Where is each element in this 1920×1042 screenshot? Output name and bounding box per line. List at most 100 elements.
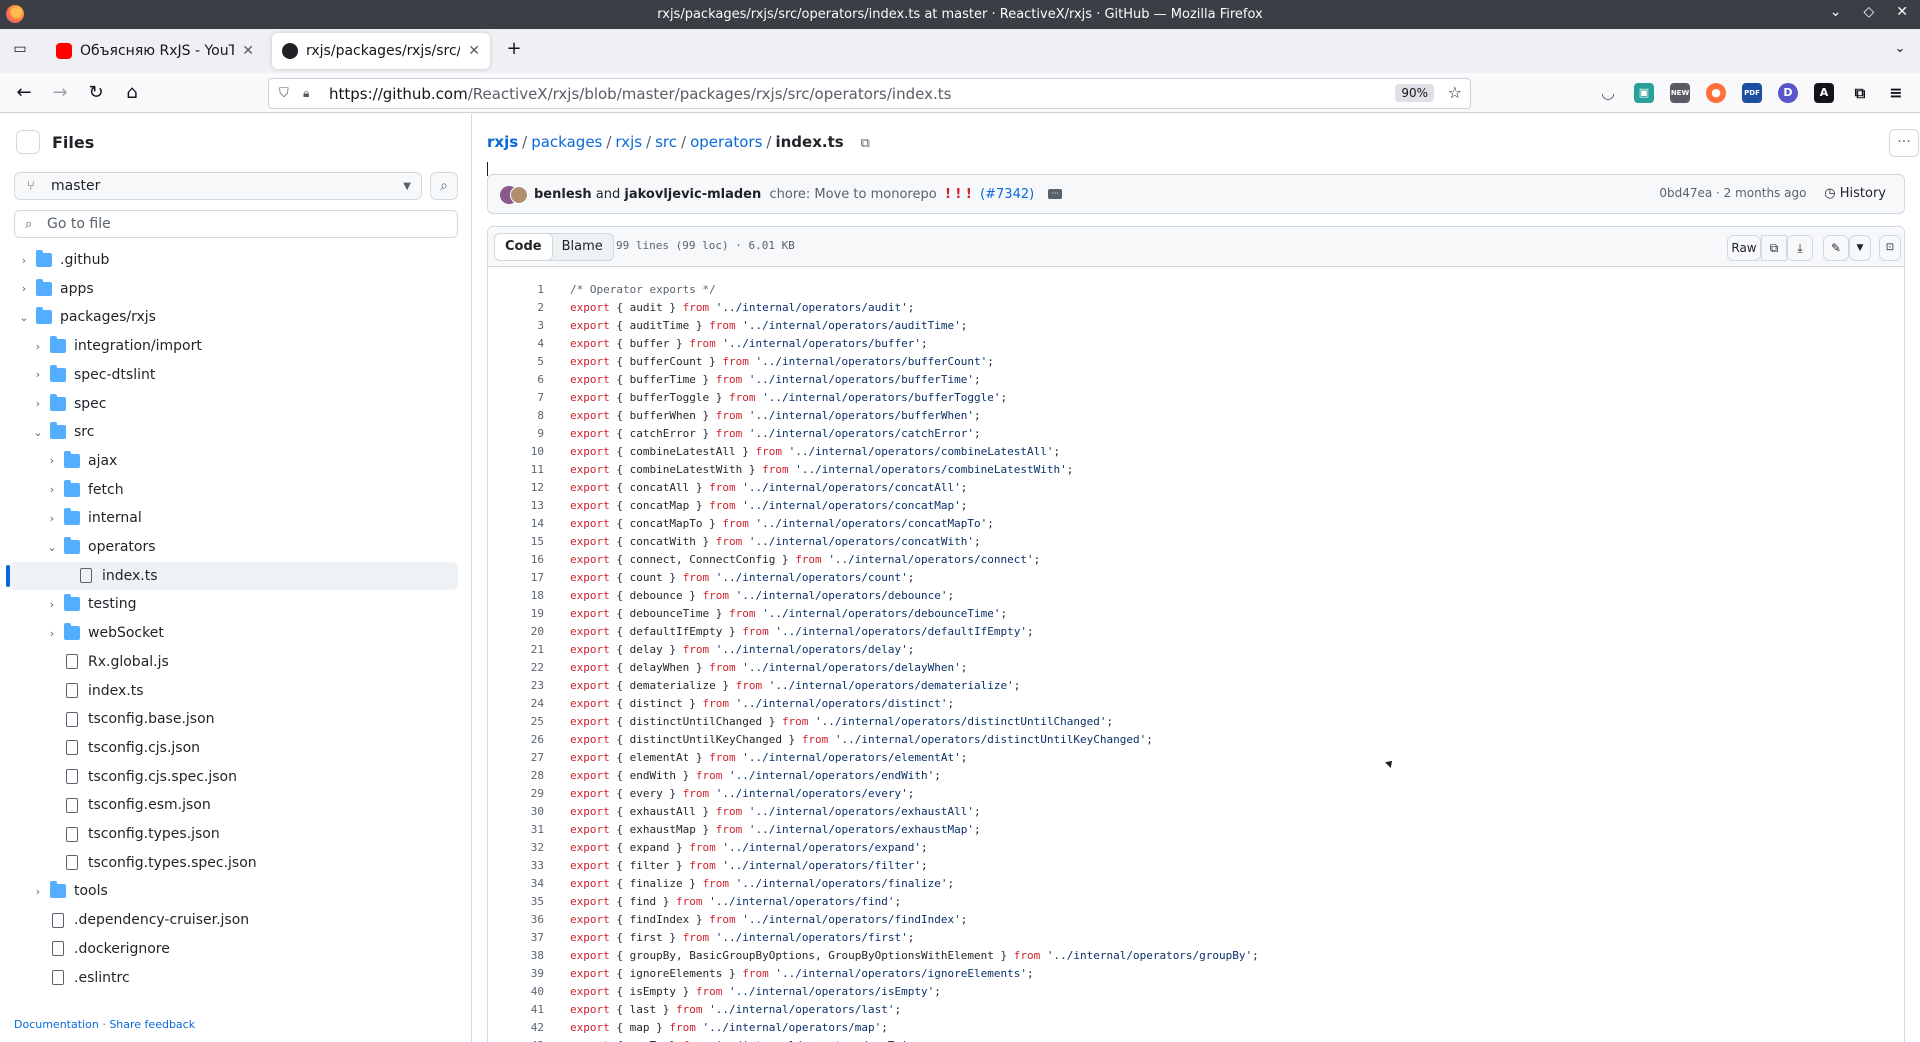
line-number[interactable]: 38	[488, 947, 544, 965]
close-window-icon[interactable]: ✕	[1896, 4, 1908, 20]
close-tab-icon[interactable]: ✕	[242, 43, 254, 59]
tree-file[interactable]: .dependency-cruiser.json	[8, 906, 458, 934]
line-number[interactable]: 6	[488, 371, 544, 389]
line-number[interactable]: 8	[488, 407, 544, 425]
chevron-down-icon[interactable]: ⌄	[16, 311, 32, 324]
line-number[interactable]: 30	[488, 803, 544, 821]
line-number[interactable]: 4	[488, 335, 544, 353]
duckduckgo-icon[interactable]: ●	[1706, 83, 1726, 103]
commit-message[interactable]: chore: Move to monorepo	[770, 187, 937, 202]
tree-folder[interactable]: › fetch	[8, 476, 458, 504]
tree-file[interactable]: tsconfig.types.spec.json	[8, 849, 458, 877]
tree-file[interactable]: .dockerignore	[8, 935, 458, 963]
firefox-view-icon[interactable]: ▭	[8, 37, 32, 61]
commit-author-1[interactable]: benlesh	[534, 187, 592, 202]
tree-folder[interactable]: › testing	[8, 590, 458, 618]
tree-file[interactable]: Rx.global.js	[8, 648, 458, 676]
extensions-puzzle-icon[interactable]: ⧉	[1850, 83, 1870, 103]
edit-pencil-icon[interactable]: ✎	[1823, 235, 1849, 261]
chevron-right-icon[interactable]: ›	[16, 254, 32, 267]
chevron-right-icon[interactable]: ›	[30, 885, 46, 898]
tab-code[interactable]: Code	[494, 233, 553, 261]
line-number[interactable]: 14	[488, 515, 544, 533]
line-number[interactable]: 31	[488, 821, 544, 839]
line-number[interactable]: 32	[488, 839, 544, 857]
tree-folder[interactable]: › spec	[8, 390, 458, 418]
tab-youtube[interactable]: Объясняю RxJS - YouTube ✕	[46, 33, 264, 69]
branch-selector[interactable]: ⑂ master ▼	[14, 172, 422, 200]
chevron-right-icon[interactable]: ›	[30, 368, 46, 381]
forward-icon[interactable]: →	[48, 81, 72, 105]
lock-icon[interactable]: 🔒︎	[303, 86, 309, 101]
line-number[interactable]: 23	[488, 677, 544, 695]
url-bar[interactable]: ⛉ 🔒︎ https://github.com/ReactiveX/rxjs/b…	[268, 78, 1471, 109]
minimize-icon[interactable]: ⌄	[1830, 4, 1842, 20]
line-number[interactable]: 11	[488, 461, 544, 479]
d-extension-icon[interactable]: D	[1778, 83, 1798, 103]
line-number[interactable]: 35	[488, 893, 544, 911]
tree-folder[interactable]: ⌄ operators	[8, 533, 458, 561]
breadcrumb-rxjs-pkg[interactable]: rxjs	[615, 133, 642, 151]
menu-hamburger-icon[interactable]: ≡	[1886, 83, 1906, 103]
line-number[interactable]: 19	[488, 605, 544, 623]
line-number[interactable]: 18	[488, 587, 544, 605]
chevron-down-icon[interactable]: ⌄	[30, 426, 46, 439]
tab-blame[interactable]: Blame	[552, 234, 613, 260]
zoom-level[interactable]: 90%	[1395, 84, 1434, 102]
tree-folder[interactable]: › tools	[8, 877, 458, 905]
tree-folder[interactable]: › apps	[8, 275, 458, 303]
line-number[interactable]: 33	[488, 857, 544, 875]
tree-file[interactable]: tsconfig.base.json	[8, 705, 458, 733]
line-number[interactable]: 39	[488, 965, 544, 983]
tree-folder[interactable]: › internal	[8, 504, 458, 532]
shield-icon[interactable]: ⛉	[279, 86, 289, 101]
line-number[interactable]: 36	[488, 911, 544, 929]
download-icon[interactable]: ⤓	[1787, 235, 1813, 261]
tree-file[interactable]: tsconfig.cjs.json	[8, 734, 458, 762]
tab-github[interactable]: rxjs/packages/rxjs/src/operators/index.t…	[272, 33, 490, 69]
symbols-panel-icon[interactable]: ⊡	[1879, 235, 1901, 261]
maximize-icon[interactable]: ◇	[1863, 4, 1874, 20]
collapse-sidebar-icon[interactable]	[16, 130, 40, 154]
chevron-down-icon[interactable]: ⌄	[44, 541, 60, 554]
raw-button[interactable]: Raw	[1727, 235, 1761, 261]
line-number[interactable]: 7	[488, 389, 544, 407]
line-number[interactable]: 29	[488, 785, 544, 803]
line-number[interactable]: 10	[488, 443, 544, 461]
documentation-link[interactable]: Documentation	[14, 1018, 99, 1031]
line-number[interactable]: 1	[488, 281, 544, 299]
line-number[interactable]: 28	[488, 767, 544, 785]
line-number[interactable]: 25	[488, 713, 544, 731]
copy-raw-icon[interactable]: ⧉	[1761, 235, 1787, 261]
line-number[interactable]: 24	[488, 695, 544, 713]
line-number[interactable]: 21	[488, 641, 544, 659]
line-number[interactable]: 5	[488, 353, 544, 371]
bookmark-star-icon[interactable]: ☆	[1448, 83, 1462, 102]
line-number[interactable]: 20	[488, 623, 544, 641]
tree-file[interactable]: tsconfig.esm.json	[8, 791, 458, 819]
url-text[interactable]: https://github.com/ReactiveX/rxjs/blob/m…	[329, 85, 951, 103]
list-tabs-icon[interactable]: ⌄	[1888, 37, 1912, 61]
more-options-button[interactable]: ···	[1889, 129, 1919, 157]
line-number[interactable]: 15	[488, 533, 544, 551]
chevron-right-icon[interactable]: ›	[44, 454, 60, 467]
line-number[interactable]: 34	[488, 875, 544, 893]
chevron-right-icon[interactable]: ›	[44, 627, 60, 640]
avatar[interactable]	[510, 186, 528, 204]
reload-icon[interactable]: ↻	[84, 81, 108, 105]
line-number[interactable]: 26	[488, 731, 544, 749]
line-number[interactable]: 13	[488, 497, 544, 515]
pdf-icon[interactable]: PDF	[1742, 83, 1762, 103]
go-to-file-input[interactable]: ⌕ Go to file	[14, 210, 458, 238]
chevron-right-icon[interactable]: ›	[30, 397, 46, 410]
tree-file[interactable]: .eslintrc	[8, 964, 458, 989]
line-number[interactable]: 37	[488, 929, 544, 947]
line-number[interactable]: 2	[488, 299, 544, 317]
breadcrumb-operators[interactable]: operators	[690, 133, 762, 151]
line-number[interactable]: 41	[488, 1001, 544, 1019]
pocket-icon[interactable]: ◡	[1598, 83, 1618, 103]
line-number[interactable]: 9	[488, 425, 544, 443]
chevron-right-icon[interactable]: ›	[16, 282, 32, 295]
tree-file[interactable]: tsconfig.cjs.spec.json	[8, 763, 458, 791]
chevron-right-icon[interactable]: ›	[30, 340, 46, 353]
